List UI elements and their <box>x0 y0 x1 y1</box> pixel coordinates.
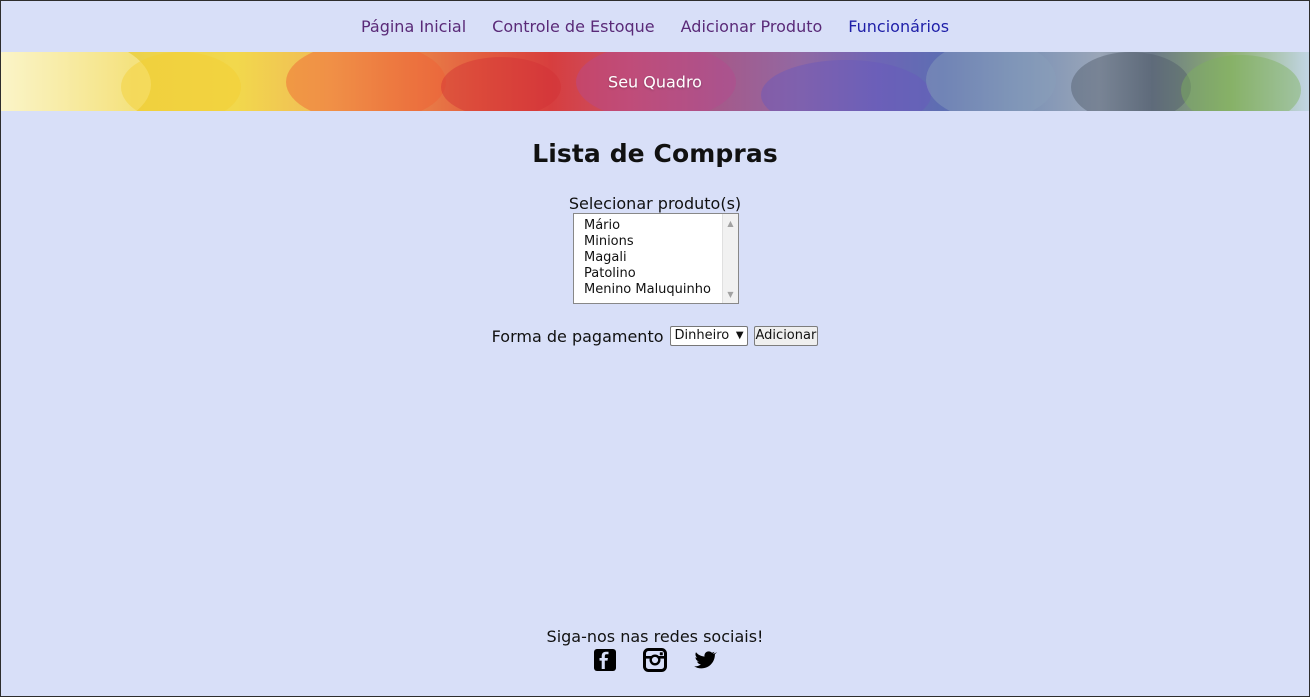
payment-method-select[interactable]: Dinheiro ▼ <box>669 326 748 346</box>
scroll-down-arrow-icon[interactable]: ▼ <box>723 287 738 301</box>
header-banner: Seu Quadro <box>1 52 1309 111</box>
main-content: Lista de Compras Selecionar produto(s) M… <box>1 111 1309 611</box>
product-option[interactable]: Patolino <box>584 266 720 282</box>
scroll-up-arrow-icon[interactable]: ▲ <box>723 216 738 230</box>
social-follow-text: Siga-nos nas redes sociais! <box>546 627 764 646</box>
payment-method-label: Forma de pagamento <box>491 326 664 346</box>
nav-link-adicionar-produto[interactable]: Adicionar Produto <box>681 17 823 36</box>
social-icons <box>1 648 1309 672</box>
product-option[interactable]: Minions <box>584 234 720 250</box>
product-listbox[interactable]: Mário Minions Magali Patolino Menino Mal… <box>573 213 739 304</box>
twitter-icon[interactable] <box>693 648 717 672</box>
product-select-label: Selecionar produto(s) <box>568 194 742 213</box>
product-options: Mário Minions Magali Patolino Menino Mal… <box>584 218 720 298</box>
product-option[interactable]: Magali <box>584 250 720 266</box>
payment-row: Forma de pagamento Dinheiro ▼ Adicionar <box>1 326 1309 346</box>
product-option[interactable]: Menino Maluquinho <box>584 282 720 298</box>
instagram-icon[interactable] <box>643 648 667 672</box>
nav-link-funcionarios[interactable]: Funcionários <box>848 17 949 36</box>
page-title: Lista de Compras <box>532 139 778 168</box>
nav-link-controle-de-estoque[interactable]: Controle de Estoque <box>492 17 655 36</box>
nav-link-pagina-inicial[interactable]: Página Inicial <box>361 17 466 36</box>
listbox-scrollbar[interactable]: ▲ ▼ <box>722 214 738 303</box>
add-button[interactable]: Adicionar <box>753 326 819 346</box>
product-option[interactable]: Mário <box>584 218 720 234</box>
payment-selected-value: Dinheiro <box>674 328 730 343</box>
top-navigation: Página Inicial Controle de Estoque Adici… <box>1 1 1309 52</box>
facebook-icon[interactable] <box>593 648 617 672</box>
footer: Siga-nos nas redes sociais! <box>1 627 1309 672</box>
banner-title: Seu Quadro <box>608 72 702 91</box>
dropdown-chevron-icon: ▼ <box>735 330 744 341</box>
